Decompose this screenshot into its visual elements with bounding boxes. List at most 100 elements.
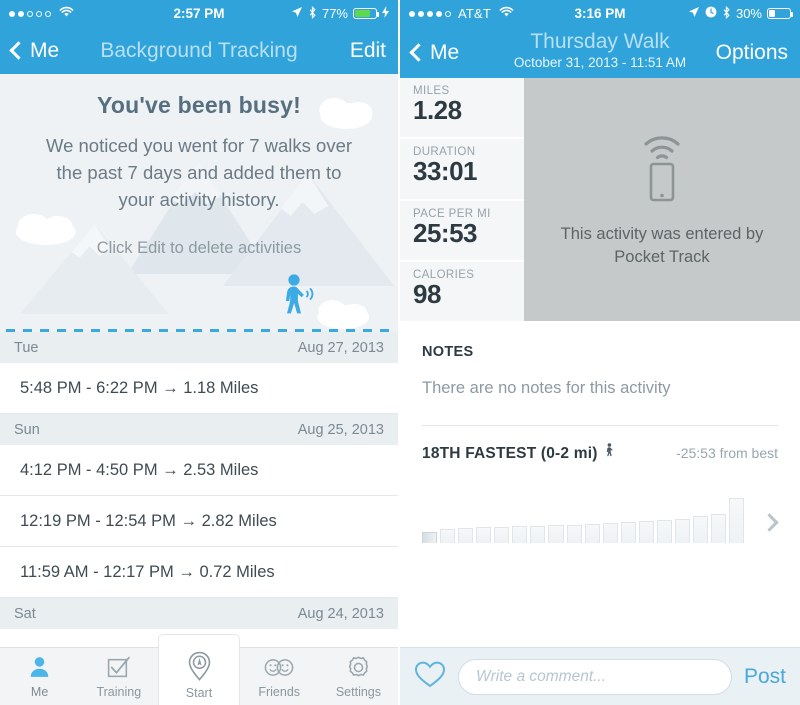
signal-strength-dots <box>9 10 51 17</box>
stat-value: 98 <box>413 278 441 309</box>
tab-me[interactable]: Me <box>0 648 79 705</box>
chart-bar <box>674 518 690 543</box>
activity-row[interactable]: 11:59 AM - 12:17 PM → 0.72 Miles <box>0 547 398 598</box>
section-header: Tue Aug 27, 2013 <box>0 332 398 363</box>
status-right-group: 77% <box>291 5 389 22</box>
nav-bar-right: Me Thursday Walk October 31, 2013 - 11:5… <box>400 27 800 78</box>
source-line-2: Pocket Track <box>614 247 710 266</box>
stat-duration: DURATION 33:01 <box>400 139 524 201</box>
location-arrow-icon <box>688 6 700 21</box>
status-bar-right: AT&T 3:16 PM 30% <box>400 0 800 27</box>
gear-icon <box>346 655 371 683</box>
stat-miles: MILES 1.28 <box>400 78 524 140</box>
activity-row[interactable]: 4:12 PM - 4:50 PM → 2.53 Miles <box>0 445 398 496</box>
back-button[interactable]: Me <box>9 39 59 63</box>
activity-source-panel: This activity was entered by Pocket Trac… <box>524 78 800 321</box>
chevron-right-icon[interactable] <box>760 513 779 532</box>
options-button[interactable]: Options <box>716 41 788 65</box>
chevron-left-icon <box>9 41 28 60</box>
activity-list: Tue Aug 27, 2013 5:48 PM - 6:22 PM → 1.1… <box>0 332 398 629</box>
bluetooth-icon <box>722 5 731 22</box>
chart-bar <box>548 525 564 543</box>
post-button[interactable]: Post <box>744 665 786 689</box>
walking-person-icon <box>605 443 614 463</box>
tab-settings-label: Settings <box>335 684 381 699</box>
location-arrow-icon <box>291 6 303 21</box>
tab-me-label: Me <box>30 684 49 699</box>
section-header: Sun Aug 25, 2013 <box>0 414 398 445</box>
stat-value: 1.28 <box>413 95 462 125</box>
carrier-label: AT&T <box>458 6 492 21</box>
source-line-1: This activity was entered by <box>560 225 764 244</box>
stat-calories: CALORIES 98 <box>400 261 524 321</box>
section-day: Tue <box>14 339 39 356</box>
section-day: Sun <box>14 421 40 438</box>
status-left-group <box>9 6 74 21</box>
chart-bar <box>530 526 546 543</box>
dashed-divider <box>6 329 392 332</box>
performance-header: 18TH FASTEST (0-2 mi) -25:53 from best <box>422 443 778 463</box>
signal-strength-dots <box>409 10 451 17</box>
chart-bar <box>729 498 745 543</box>
performance-section[interactable]: 18TH FASTEST (0-2 mi) -25:53 from best <box>400 426 800 543</box>
activity-row[interactable]: 5:48 PM - 6:22 PM → 1.18 Miles <box>0 363 398 414</box>
tab-friends-label: Friends <box>258 684 301 699</box>
charging-bolt-icon <box>382 6 389 21</box>
chart-bar <box>602 522 618 543</box>
status-left-group: AT&T <box>409 6 514 21</box>
back-button[interactable]: Me <box>409 40 460 65</box>
two-smiley-faces-icon <box>264 655 294 683</box>
chart-bar <box>566 524 582 543</box>
summary-section: MILES 1.28 DURATION 33:01 PACE PER MI 25… <box>400 78 800 321</box>
battery-percent-label: 30% <box>735 6 762 21</box>
section-date: Aug 25, 2013 <box>297 421 384 438</box>
heart-outline-icon[interactable] <box>414 660 446 694</box>
edit-button[interactable]: Edit <box>350 39 386 63</box>
battery-icon <box>767 8 793 19</box>
phone-wifi-icon <box>629 131 695 210</box>
dual-screenshot: 2:57 PM 77% Me Background Tracking Edit … <box>0 0 800 705</box>
chart-bar <box>656 519 672 543</box>
status-bar-left: 2:57 PM 77% <box>0 0 398 27</box>
section-header: Sat Aug 24, 2013 <box>0 598 398 629</box>
tab-friends[interactable]: Friends <box>240 648 319 705</box>
status-right-group: 30% <box>688 5 793 22</box>
chart-bar <box>422 532 438 543</box>
performance-bar-chart[interactable] <box>422 475 779 543</box>
chart-bar <box>711 513 727 543</box>
back-button-label: Me <box>430 40 460 64</box>
walking-person-signal-icon <box>280 273 320 326</box>
chart-bar <box>638 521 654 543</box>
activity-row[interactable]: 12:19 PM - 12:54 PM → 2.82 Miles <box>0 496 398 547</box>
tab-bar: Me Training Start Friends Settings <box>0 634 398 705</box>
source-text: This activity was entered by Pocket Trac… <box>561 223 764 268</box>
tab-settings[interactable]: Settings <box>319 648 398 705</box>
screen-background-tracking: 2:57 PM 77% Me Background Tracking Edit … <box>0 0 400 705</box>
stat-value: 25:53 <box>413 217 478 248</box>
chart-bar <box>476 527 492 543</box>
chart-bar <box>440 529 456 543</box>
notes-section: NOTES There are no notes for this activi… <box>400 321 800 398</box>
wifi-icon <box>499 6 514 21</box>
tab-training[interactable]: Training <box>79 648 158 705</box>
stat-value: 33:01 <box>413 156 478 187</box>
banner-body: We noticed you went for 7 walks over the… <box>45 135 353 210</box>
chart-bar <box>584 523 600 543</box>
screen-activity-detail: AT&T 3:16 PM 30% Me Thursday Walk Octobe… <box>400 0 800 705</box>
section-date: Aug 27, 2013 <box>297 339 384 356</box>
chart-bar <box>692 515 708 543</box>
background-tracking-banner: You've been busy! We noticed you went fo… <box>0 74 398 332</box>
banner-hint: Click Edit to delete activities <box>96 239 302 258</box>
wifi-icon <box>59 6 74 21</box>
chart-bar <box>494 526 510 543</box>
page-title: Background Tracking <box>100 38 298 62</box>
banner-heading: You've been busy! <box>97 92 301 118</box>
comment-bar: Post <box>400 647 800 705</box>
comment-input[interactable] <box>458 658 732 695</box>
tab-start-label: Start <box>185 685 213 700</box>
section-day: Sat <box>14 605 36 622</box>
chevron-left-icon <box>409 43 428 62</box>
tab-start[interactable]: Start <box>158 634 240 705</box>
checkbox-check-icon <box>106 655 131 683</box>
section-date: Aug 24, 2013 <box>297 605 384 622</box>
